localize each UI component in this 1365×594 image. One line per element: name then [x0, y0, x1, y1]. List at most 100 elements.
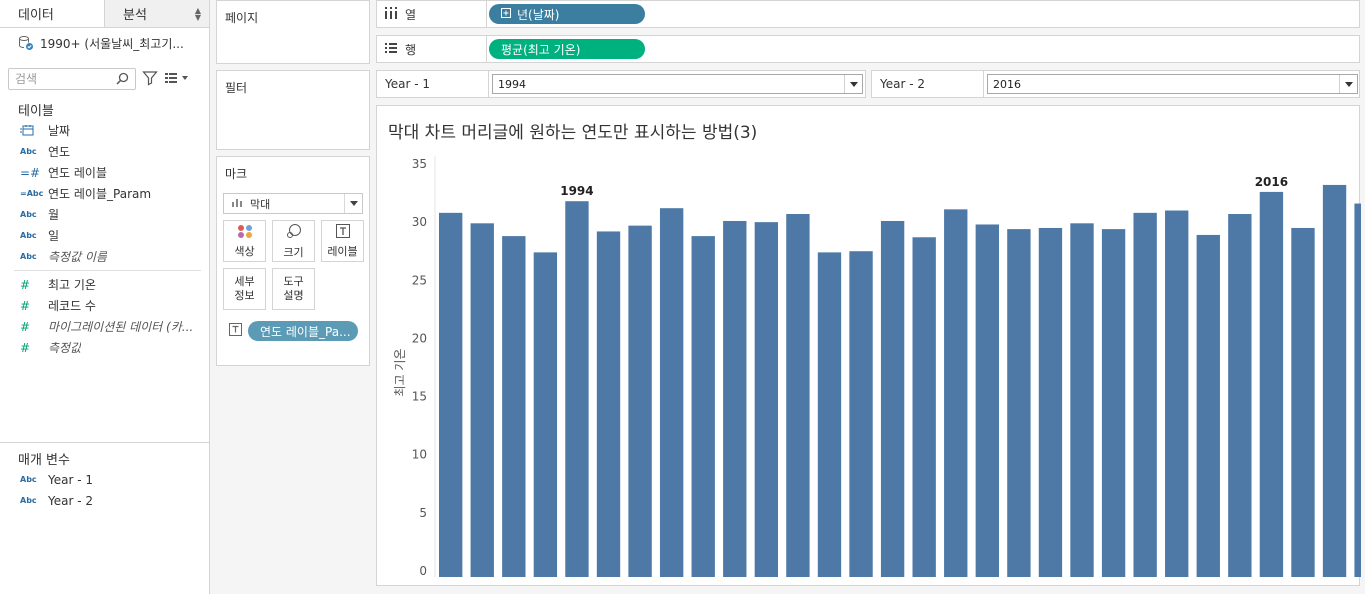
- parameters-title: 매개 변수: [18, 452, 70, 468]
- data-pane: 데이터 분석▲▼ 1990+ (서울날씨_최고기... 테이블 날짜 Abc 연: [0, 0, 210, 594]
- view-list-icon[interactable]: [164, 71, 190, 88]
- bar: [659, 208, 684, 577]
- field-label: 측정값 이름: [48, 250, 108, 264]
- field-month[interactable]: Abc 월: [0, 204, 209, 225]
- field-label: 일: [48, 229, 60, 243]
- bar-mark-icon: [232, 197, 242, 210]
- detail-button[interactable]: 세부 정보: [223, 268, 266, 310]
- tables-title: 테이블: [18, 103, 54, 119]
- param-year-2[interactable]: Abc Year - 2: [0, 490, 209, 511]
- rows-shelf: 행 평균(최고 기온): [376, 35, 1360, 63]
- avg-max-temp-pill[interactable]: 평균(최고 기온): [489, 39, 645, 59]
- bar: [880, 220, 905, 577]
- mark-type-dropdown[interactable]: 막대: [223, 193, 363, 214]
- number-type-icon: #: [20, 298, 31, 313]
- field-label: 연도 레이블: [48, 166, 108, 180]
- updown-icon: ▲ ▼: [194, 5, 201, 22]
- bar: [1228, 214, 1252, 577]
- bar: [1007, 229, 1031, 577]
- field-record-count[interactable]: # 레코드 수: [0, 295, 209, 316]
- search-input[interactable]: [15, 72, 115, 86]
- bar: [817, 252, 842, 577]
- tab-data-label: 데이터: [18, 8, 54, 23]
- bar: [786, 214, 810, 577]
- bar: [596, 231, 621, 577]
- avg-max-temp-pill-label: 평균(최고 기온): [501, 42, 581, 57]
- columns-shelf: 열 년(날짜): [376, 0, 1360, 28]
- filter-icon[interactable]: [142, 70, 158, 89]
- year-label-param-pill[interactable]: 연도 레이블_Pa...: [248, 321, 358, 341]
- number-type-icon: #: [20, 277, 31, 292]
- pages-card[interactable]: 페이지: [216, 0, 370, 64]
- columns-label-text: 열: [405, 7, 417, 22]
- param-year-1[interactable]: Abc Year - 1: [0, 469, 209, 490]
- year-2-value: 2016: [993, 77, 1021, 91]
- label-button[interactable]: 레이블: [321, 220, 364, 262]
- calc-string-type-icon: =Abc: [20, 189, 44, 198]
- field-label: 마이그레이션된 데이터 (카...: [48, 320, 194, 334]
- color-label: 색상: [234, 244, 255, 258]
- year-1-control: Year - 1 1994: [376, 70, 866, 98]
- search-box: [8, 68, 136, 90]
- year-date-pill-label: 년(날짜): [517, 7, 560, 22]
- field-max-temp[interactable]: # 최고 기온: [0, 274, 209, 295]
- field-label: 최고 기온: [48, 278, 96, 292]
- year-1-dropdown[interactable]: 1994: [492, 74, 863, 94]
- filters-card[interactable]: 필터: [216, 70, 370, 150]
- field-label: 레코드 수: [48, 299, 96, 313]
- date-type-icon: [20, 124, 48, 138]
- columns-icon: [385, 6, 397, 22]
- tab-analytics[interactable]: 분석 ▲ ▼: [105, 0, 209, 27]
- bar: [502, 236, 526, 577]
- string-type-icon: Abc: [20, 231, 37, 240]
- y-tick-label: 15: [412, 390, 427, 404]
- field-measure-values[interactable]: # 측정값: [0, 337, 209, 358]
- bar: [565, 201, 589, 577]
- field-date[interactable]: 날짜: [0, 120, 209, 141]
- text-label-icon: [229, 323, 242, 339]
- bar-label: 2016: [1255, 175, 1288, 189]
- filters-card-title: 필터: [225, 81, 248, 95]
- bar: [1133, 212, 1157, 577]
- bar: [944, 209, 968, 577]
- expand-icon[interactable]: [501, 7, 511, 21]
- tooltip-button[interactable]: 도구 설명: [272, 268, 315, 310]
- field-year[interactable]: Abc 연도: [0, 141, 209, 162]
- divider: [14, 270, 201, 271]
- datasource-name: 1990+ (서울날씨_최고기...: [40, 36, 184, 51]
- datasource-item[interactable]: 1990+ (서울날씨_최고기...: [0, 28, 209, 58]
- bar-chart: 0 5 10 15 20 25 30 35 최고 기온 1994 2016: [393, 156, 1361, 578]
- bar: [1101, 229, 1126, 577]
- year-date-pill[interactable]: 년(날짜): [489, 4, 645, 24]
- field-day[interactable]: Abc 일: [0, 225, 209, 246]
- y-tick-label: 35: [412, 157, 427, 171]
- parameter-list: Abc Year - 1 Abc Year - 2: [0, 469, 209, 511]
- bar: [975, 224, 999, 577]
- marks-pill-row: 연도 레이블_Pa...: [229, 321, 358, 341]
- field-measure-names[interactable]: Abc 측정값 이름: [0, 246, 209, 267]
- bar: [723, 220, 747, 577]
- number-type-icon: #: [20, 340, 31, 355]
- color-button[interactable]: 색상: [223, 220, 266, 262]
- chevron-down-icon: [344, 194, 362, 213]
- bar: [849, 251, 873, 577]
- y-tick-label: 5: [419, 506, 427, 520]
- year-1-value: 1994: [498, 77, 526, 91]
- search-row: [0, 66, 209, 92]
- field-label: 연도: [48, 145, 71, 159]
- text-label-icon: [335, 223, 350, 242]
- rows-shelf-label: 행: [377, 36, 487, 62]
- search-icon[interactable]: [116, 72, 129, 88]
- viz-area: 막대 차트 머리글에 원하는 연도만 표시하는 방법(3) 0 5 10 15 20 25…: [376, 105, 1361, 586]
- dimension-list: 날짜 Abc 연도 =# 연도 레이블 =Abc 연도 레이블_Param Ab…: [0, 120, 209, 267]
- bar-label: 1994: [560, 184, 593, 198]
- size-button[interactable]: 크기: [272, 220, 315, 262]
- field-migrated-data[interactable]: # 마이그레이션된 데이터 (카...: [0, 316, 209, 337]
- year-2-dropdown[interactable]: 2016: [987, 74, 1358, 94]
- bar: [1070, 223, 1094, 577]
- y-tick-label: 0: [419, 564, 427, 578]
- measure-list: # 최고 기온 # 레코드 수 # 마이그레이션된 데이터 (카... # 측정…: [0, 274, 209, 358]
- tab-data[interactable]: 데이터: [0, 0, 105, 27]
- field-year-label[interactable]: =# 연도 레이블: [0, 162, 209, 183]
- field-year-label-param[interactable]: =Abc 연도 레이블_Param: [0, 183, 209, 204]
